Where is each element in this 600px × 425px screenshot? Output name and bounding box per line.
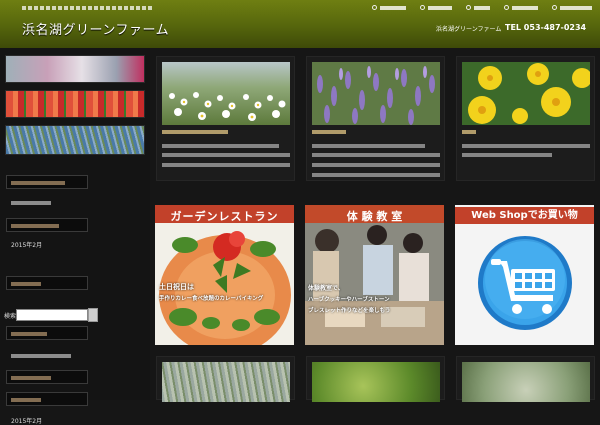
site-tagline xyxy=(22,6,152,10)
restaurant-banner-title: ガーデンレストラン xyxy=(170,210,279,223)
search-button[interactable] xyxy=(88,308,98,322)
sidebar-heading-1 xyxy=(6,175,88,189)
restaurant-banner-line2: 手作りカレー食べ放題のカレーバイキング xyxy=(159,296,264,302)
post-card-2[interactable] xyxy=(306,56,445,181)
post-text-line xyxy=(162,144,279,148)
post-photo-lavender[interactable] xyxy=(312,62,440,125)
post-card-3[interactable] xyxy=(456,56,595,181)
sidebar-text-2[interactable] xyxy=(11,354,71,358)
post-card-6[interactable] xyxy=(456,356,595,402)
taiken-banner[interactable]: 体 験 教 室 体験教室で、 ハーブクッキーやハーブストーン ブレスレット作りな… xyxy=(305,205,444,345)
post-photo-herb[interactable] xyxy=(312,362,440,402)
post-text-line xyxy=(312,153,440,157)
post-text-line xyxy=(162,153,290,157)
post-card-5[interactable] xyxy=(306,356,445,402)
sidebar-heading-search xyxy=(6,276,88,290)
sidebar-heading-2 xyxy=(6,218,88,232)
header-sub-name: 浜名湖グリーンファーム xyxy=(436,26,502,33)
restaurant-banner[interactable]: ガーデンレストラン 土日祝日は 手作りカレー食べ放題のカレーバイキング xyxy=(155,205,294,345)
sidebar-heading-4 xyxy=(6,370,88,384)
nav-item-4[interactable] xyxy=(504,5,538,10)
post-card-1[interactable] xyxy=(156,56,295,181)
post-text-line xyxy=(312,173,440,177)
post-title-2[interactable] xyxy=(312,130,346,134)
post-title-3[interactable] xyxy=(462,130,476,134)
sidebar: 2015年2月 検索: 2015年2月 xyxy=(0,48,150,425)
sidebar-heading-3 xyxy=(6,326,88,340)
sidebar-photo-flowers-2[interactable] xyxy=(5,90,145,118)
post-title-1[interactable] xyxy=(162,130,228,134)
post-text-line xyxy=(462,144,590,148)
post-text-line xyxy=(312,163,440,167)
sidebar-heading-5 xyxy=(6,392,88,406)
header-phone: TEL 053-487-0234 xyxy=(505,23,587,32)
post-photo-calendula[interactable] xyxy=(462,62,590,125)
site-logo[interactable]: 浜名湖グリーンファーム xyxy=(22,19,169,38)
search-input[interactable] xyxy=(16,309,88,321)
sidebar-photo-field[interactable] xyxy=(5,125,145,155)
nav-item-2[interactable] xyxy=(420,5,452,10)
taiken-banner-line3: ブレスレット作りなどを楽しもう xyxy=(308,308,391,314)
post-text-line xyxy=(162,163,290,167)
nav-item-3[interactable] xyxy=(466,5,490,10)
taiken-banner-line1: 体験教室で、 xyxy=(308,285,344,292)
post-photo-chamomile[interactable] xyxy=(162,62,290,125)
cart-icon xyxy=(478,236,572,330)
post-photo-grass[interactable] xyxy=(162,362,290,402)
sidebar-archive-date-1[interactable]: 2015年2月 xyxy=(11,240,42,249)
nav-item-1[interactable] xyxy=(372,5,406,10)
taiken-banner-title: 体 験 教 室 xyxy=(346,210,403,223)
sidebar-text-1[interactable] xyxy=(11,201,51,205)
site-header: 浜名湖グリーンファーム 浜名湖グリーンファーム TEL 053-487-0234 xyxy=(0,0,600,48)
sidebar-photo-flowers-1[interactable] xyxy=(5,55,145,83)
sidebar-archive-date-2[interactable]: 2015年2月 xyxy=(11,416,42,425)
restaurant-banner-line1: 土日祝日は xyxy=(159,283,194,291)
post-text-line xyxy=(462,153,552,157)
post-photo-leaves[interactable] xyxy=(462,362,590,402)
nav-item-5[interactable] xyxy=(552,5,592,10)
taiken-banner-line2: ハーブクッキーやハーブストーン xyxy=(308,297,390,303)
post-card-4[interactable] xyxy=(156,356,295,402)
global-nav xyxy=(358,5,592,10)
post-text-line xyxy=(312,144,425,148)
webshop-banner[interactable]: Web Shopでお買い物 xyxy=(455,205,594,345)
